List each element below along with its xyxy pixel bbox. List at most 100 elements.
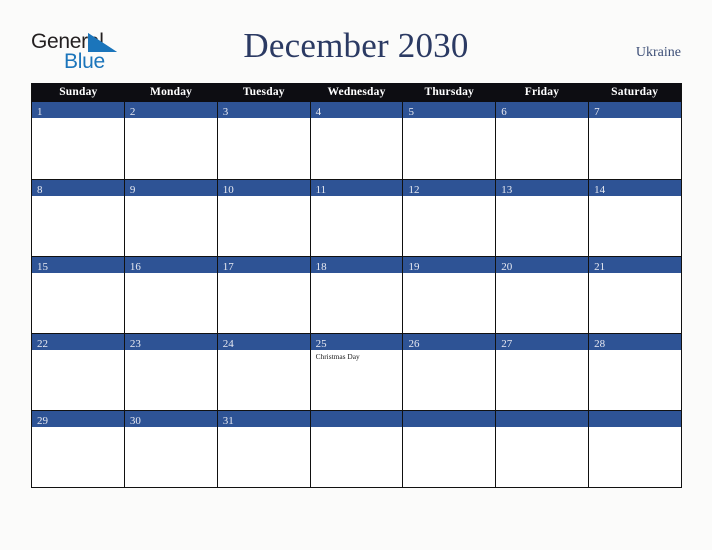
day-number-bar: 1: [32, 102, 124, 118]
calendar-day-cell[interactable]: 21: [588, 257, 682, 333]
day-number: 7: [594, 106, 600, 118]
day-number: 5: [408, 106, 414, 118]
day-number: 20: [501, 261, 513, 273]
calendar-week-row: 22 23 24 25 Christmas Day 26 27 28: [32, 333, 682, 410]
calendar-day-cell[interactable]: 1: [32, 102, 124, 179]
calendar-day-cell[interactable]: 30: [123, 411, 217, 487]
calendar-day-cell[interactable]: 24: [216, 334, 310, 410]
day-number-bar: 28: [589, 334, 682, 350]
day-number: 9: [129, 184, 136, 196]
calendar-day-cell[interactable]: 8: [32, 180, 124, 256]
day-of-week-saturday: Saturday: [611, 86, 659, 98]
day-of-week-sunday: Sunday: [59, 86, 98, 98]
day-of-week-thursday: Thursday: [424, 86, 474, 98]
calendar-day-cell[interactable]: 4: [309, 102, 403, 179]
day-number-bar: 3: [217, 102, 310, 118]
day-number: 1: [37, 106, 43, 118]
day-number: 30: [129, 415, 141, 427]
calendar-week-row: 1 2 3 4 5 6 7: [32, 102, 682, 179]
day-number: 6: [501, 106, 507, 118]
calendar-day-cell[interactable]: 7: [588, 102, 682, 179]
day-number-bar: 7: [589, 102, 682, 118]
calendar-day-cell[interactable]: 2: [123, 102, 217, 179]
day-number-bar: 23: [124, 334, 217, 350]
day-number-bar: 22: [32, 334, 124, 350]
calendar-week-row: 15 16 17 18 19 20 21: [32, 256, 682, 333]
calendar-day-cell[interactable]: 11: [309, 180, 403, 256]
day-number-bar: 13: [496, 180, 589, 196]
day-number-bar: 24: [217, 334, 310, 350]
day-number: 19: [408, 261, 420, 273]
country-label: Ukraine: [635, 45, 681, 60]
calendar-empty-cell: [309, 411, 403, 487]
day-number: 24: [222, 338, 234, 350]
day-number-bar: 12: [403, 180, 496, 196]
day-number: 16: [129, 261, 141, 273]
day-number-bar: 18: [310, 257, 403, 273]
day-number-bar: 30: [124, 411, 217, 427]
calendar-day-cell[interactable]: 13: [495, 180, 589, 256]
calendar-day-cell[interactable]: 17: [216, 257, 310, 333]
day-number-bar: 20: [496, 257, 589, 273]
day-number: 15: [37, 261, 48, 273]
holiday-event: Christmas Day: [315, 352, 360, 361]
day-number-bar: 19: [403, 257, 496, 273]
calendar-day-cell[interactable]: 26: [402, 334, 496, 410]
day-of-week-header: Sunday Monday Tuesday Wednesday Thursday Frid…: [32, 83, 681, 102]
day-number: 8: [37, 184, 43, 196]
day-number-bar: 26: [403, 334, 496, 350]
day-number-bar: 9: [124, 180, 217, 196]
day-number: 22: [37, 338, 48, 350]
calendar-day-cell[interactable]: 20: [495, 257, 589, 333]
day-number: 29: [37, 415, 48, 427]
day-number: 26: [408, 338, 420, 350]
day-number-bar: 29: [32, 411, 124, 427]
calendar-day-cell[interactable]: 25 Christmas Day: [309, 334, 403, 410]
page-header: General Blue December 2030 Ukraine: [0, 0, 712, 80]
calendar-day-cell[interactable]: 23: [123, 334, 217, 410]
calendar-day-cell[interactable]: 3: [216, 102, 310, 179]
calendar-day-cell[interactable]: 29: [32, 411, 124, 487]
day-number: 13: [501, 184, 513, 196]
calendar-day-cell[interactable]: 15: [32, 257, 124, 333]
calendar-week-row: 8 9 10 11 12 13 14: [32, 179, 682, 256]
calendar-day-cell[interactable]: 27: [495, 334, 589, 410]
day-number: 27: [501, 338, 513, 350]
calendar-weeks: 1 2 3 4 5 6 7 8 9 10 11 12 13 14 15 16 17 18 19 20 21 22 23 24 2…: [32, 102, 682, 487]
day-number: 28: [594, 338, 606, 350]
calendar-day-cell[interactable]: 19: [402, 257, 496, 333]
calendar-day-cell[interactable]: 16: [123, 257, 217, 333]
day-number-bar: 17: [217, 257, 310, 273]
calendar-empty-cell: [402, 411, 496, 487]
day-number-bar: 6: [496, 102, 589, 118]
day-number-bar: 27: [496, 334, 589, 350]
page-title: December 2030: [243, 26, 469, 65]
day-number-bar: 2: [124, 102, 217, 118]
calendar-day-cell[interactable]: 28: [588, 334, 682, 410]
day-number-bar: 5: [403, 102, 496, 118]
calendar-grid: Sunday Monday Tuesday Wednesday Thursday Frid…: [31, 83, 682, 488]
day-number-bar: 31: [217, 411, 310, 427]
day-number: 3: [222, 106, 229, 118]
day-number-bar: 21: [589, 257, 682, 273]
calendar-day-cell[interactable]: 5: [402, 102, 496, 179]
day-of-week-friday: Friday: [524, 86, 560, 98]
calendar-day-cell[interactable]: 18: [309, 257, 403, 333]
calendar-day-cell[interactable]: 14: [588, 180, 682, 256]
day-number: 23: [129, 338, 141, 350]
calendar-day-cell[interactable]: 31: [216, 411, 310, 487]
day-of-week-tuesday: Tuesday: [242, 86, 285, 98]
calendar-day-cell[interactable]: 9: [123, 180, 217, 256]
calendar-day-cell[interactable]: 12: [402, 180, 496, 256]
day-number: 17: [222, 261, 234, 273]
day-number: 12: [408, 184, 420, 196]
day-number-bar: 10: [217, 180, 310, 196]
calendar-week-row: 29 30 31: [32, 410, 682, 487]
day-number-bar: 14: [589, 180, 682, 196]
calendar-day-cell[interactable]: 6: [495, 102, 589, 179]
calendar-day-cell[interactable]: 22: [32, 334, 124, 410]
day-number: 18: [315, 261, 327, 273]
day-number-bar: [310, 411, 403, 427]
day-number: 4: [315, 106, 322, 118]
calendar-day-cell[interactable]: 10: [216, 180, 310, 256]
